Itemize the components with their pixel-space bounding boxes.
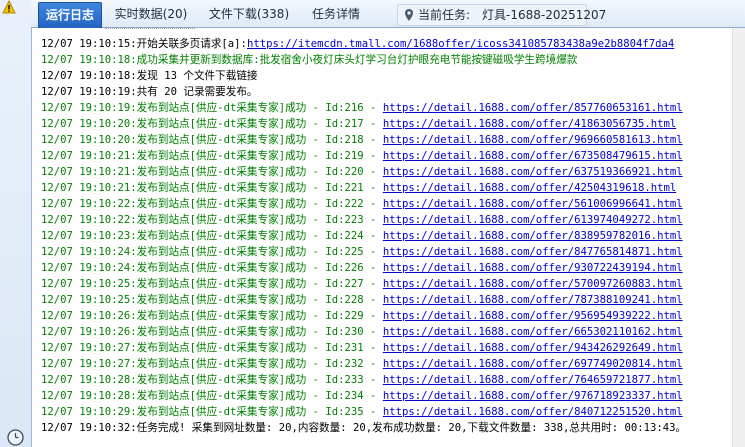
log-line: 12/07 19:10:29:发布到站点[供应-dt采集专家]成功 - Id:2… [41,404,683,420]
log-line: 12/07 19:10:27:发布到站点[供应-dt采集专家]成功 - Id:2… [41,356,683,372]
log-line: 12/07 19:10:21:发布到站点[供应-dt采集专家]成功 - Id:2… [41,180,676,196]
log-line-text: 12/07 19:10:26:发布到站点[供应-dt采集专家]成功 - Id:2… [41,310,383,322]
current-task-label: 当前任务: [418,8,471,22]
log-line-text: 12/07 19:10:15:开始关联多页请求[a]: [41,38,247,50]
log-line: 12/07 19:10:19:发布到站点[供应-dt采集专家]成功 - Id:2… [41,100,683,116]
log-line-link[interactable]: https://detail.1688.com/offer/6977490208… [383,358,683,370]
tab-run-log[interactable]: 运行日志 [38,2,102,28]
log-line: 12/07 19:10:18:成功采集并更新到数据库:批发宿舍小夜灯床头灯学习台… [41,52,577,68]
log-line-link[interactable]: https://detail.1688.com/offer/5700972608… [383,278,683,290]
tab-bar: 运行日志 实时数据(20) 文件下载(338) 任务详情 当前任务: 灯具-16… [31,0,745,28]
tab-file-download[interactable]: 文件下载(338) [203,2,295,27]
log-line-link[interactable]: https://detail.1688.com/offer/4186305673… [383,118,676,130]
log-line-text: 12/07 19:10:21:发布到站点[供应-dt采集专家]成功 - Id:2… [41,182,383,194]
log-line-text: 12/07 19:10:25:发布到站点[供应-dt采集专家]成功 - Id:2… [41,278,383,290]
log-line-text: 12/07 19:10:18:成功采集并更新到数据库:批发宿舍小夜灯床头灯学习台… [41,54,578,66]
log-line: 12/07 19:10:20:发布到站点[供应-dt采集专家]成功 - Id:2… [41,132,683,148]
log-line-text: 12/07 19:10:22:发布到站点[供应-dt采集专家]成功 - Id:2… [41,198,383,210]
log-line-text: 12/07 19:10:29:发布到站点[供应-dt采集专家]成功 - Id:2… [41,406,383,418]
log-line: 12/07 19:10:25:发布到站点[供应-dt采集专家]成功 - Id:2… [41,292,683,308]
log-line-link[interactable]: https://detail.1688.com/offer/9569549392… [383,310,683,322]
log-line-link[interactable]: https://detail.1688.com/offer/8577606531… [383,102,683,114]
log-line: 12/07 19:10:22:发布到站点[供应-dt采集专家]成功 - Id:2… [41,212,683,228]
log-line: 12/07 19:10:28:发布到站点[供应-dt采集专家]成功 - Id:2… [41,388,683,404]
log-line-text: 12/07 19:10:23:发布到站点[供应-dt采集专家]成功 - Id:2… [41,230,383,242]
log-line-text: 12/07 19:10:20:发布到站点[供应-dt采集专家]成功 - Id:2… [41,134,383,146]
log-line-link[interactable]: https://detail.1688.com/offer/9696605816… [383,134,683,146]
log-line-link[interactable]: https://detail.1688.com/offer/9307224391… [383,262,683,274]
tab-realtime-data[interactable]: 实时数据(20) [109,2,193,27]
log-line: 12/07 19:10:28:发布到站点[供应-dt采集专家]成功 - Id:2… [41,372,683,388]
log-line-link[interactable]: https://detail.1688.com/offer/8389597820… [383,230,683,242]
log-line-text: 12/07 19:10:28:发布到站点[供应-dt采集专家]成功 - Id:2… [41,374,383,386]
log-line: 12/07 19:10:25:发布到站点[供应-dt采集专家]成功 - Id:2… [41,276,683,292]
current-task-indicator: 当前任务: 灯具-1688-20251207 [397,4,606,26]
log-line: 12/07 19:10:21:发布到站点[供应-dt采集专家]成功 - Id:2… [41,164,683,180]
clock-icon[interactable] [7,429,24,446]
log-line-text: 12/07 19:10:20:发布到站点[供应-dt采集专家]成功 - Id:2… [41,118,383,130]
log-line-text: 12/07 19:10:24:发布到站点[供应-dt采集专家]成功 - Id:2… [41,262,383,274]
log-line-text: 12/07 19:10:27:发布到站点[供应-dt采集专家]成功 - Id:2… [41,358,383,370]
log-line: 12/07 19:10:24:发布到站点[供应-dt采集专家]成功 - Id:2… [41,260,683,276]
log-line-link[interactable]: https://detail.1688.com/offer/7873881092… [383,294,683,306]
log-line-text: 12/07 19:10:26:发布到站点[供应-dt采集专家]成功 - Id:2… [41,326,383,338]
warning-icon[interactable] [2,0,16,14]
log-line: 12/07 19:10:26:发布到站点[供应-dt采集专家]成功 - Id:2… [41,308,683,324]
log-line: 12/07 19:10:32:任务完成! 采集到网址数量: 20,内容数量: 2… [41,420,686,436]
log-line: 12/07 19:10:19:共有 20 记录需要发布。 [41,84,258,100]
log-line-text: 12/07 19:10:28:发布到站点[供应-dt采集专家]成功 - Id:2… [41,390,383,402]
log-line: 12/07 19:10:18:发现 13 个文件下载链接 [41,68,258,84]
log-line-link[interactable]: https://detail.1688.com/offer/6375193669… [383,166,683,178]
log-line: 12/07 19:10:26:发布到站点[供应-dt采集专家]成功 - Id:2… [41,324,683,340]
log-line-text: 12/07 19:10:19:发布到站点[供应-dt采集专家]成功 - Id:2… [41,102,383,114]
log-line: 12/07 19:10:15:开始关联多页请求[a]:https://itemc… [41,36,674,52]
log-line-text: 12/07 19:10:27:发布到站点[供应-dt采集专家]成功 - Id:2… [41,342,383,354]
log-line-link[interactable]: https://detail.1688.com/offer/6653021101… [383,326,683,338]
log-line: 12/07 19:10:27:发布到站点[供应-dt采集专家]成功 - Id:2… [41,340,683,356]
log-line-text: 12/07 19:10:25:发布到站点[供应-dt采集专家]成功 - Id:2… [41,294,383,306]
log-line-text: 12/07 19:10:22:发布到站点[供应-dt采集专家]成功 - Id:2… [41,214,383,226]
log-line-link[interactable]: https://detail.1688.com/offer/8407122515… [383,406,683,418]
log-line: 12/07 19:10:20:发布到站点[供应-dt采集专家]成功 - Id:2… [41,116,676,132]
log-line-link[interactable]: https://detail.1688.com/offer/8477658148… [383,246,683,258]
log-line-text: 12/07 19:10:21:发布到站点[供应-dt采集专家]成功 - Id:2… [41,150,383,162]
log-line-link[interactable]: https://detail.1688.com/offer/9767189233… [383,390,683,402]
log-scroll-remnant [105,28,195,33]
log-line-text: 12/07 19:10:21:发布到站点[供应-dt采集专家]成功 - Id:2… [41,166,383,178]
tab-task-details[interactable]: 任务详情 [306,2,366,27]
log-line-link[interactable]: https://detail.1688.com/offer/7646597218… [383,374,683,386]
log-line-link[interactable]: https://detail.1688.com/offer/9434262926… [383,342,683,354]
log-line-link[interactable]: https://detail.1688.com/offer/5610069966… [383,198,683,210]
current-task-value: 灯具-1688-20251207 [482,8,607,22]
log-line-text: 12/07 19:10:19:共有 20 记录需要发布。 [41,86,258,98]
log-line: 12/07 19:10:22:发布到站点[供应-dt采集专家]成功 - Id:2… [41,196,683,212]
log-line-link[interactable]: https://detail.1688.com/offer/6139740492… [383,214,683,226]
log-line-text: 12/07 19:10:24:发布到站点[供应-dt采集专家]成功 - Id:2… [41,246,383,258]
log-scrollbar[interactable] [732,28,745,447]
log-line-link[interactable]: https://itemcdn.tmall.com/1688offer/icos… [247,38,674,50]
log-line: 12/07 19:10:24:发布到站点[供应-dt采集专家]成功 - Id:2… [41,244,683,260]
left-sidebar [0,0,32,447]
log-line-link[interactable]: https://detail.1688.com/offer/6735084796… [383,150,683,162]
log-line: 12/07 19:10:21:发布到站点[供应-dt采集专家]成功 - Id:2… [41,148,683,164]
log-line-link[interactable]: https://detail.1688.com/offer/4250431961… [383,182,676,194]
log-panel: 12/07 19:10:15:开始关联多页请求[a]:https://itemc… [31,28,732,447]
location-pin-icon [405,9,413,21]
log-line: 12/07 19:10:23:发布到站点[供应-dt采集专家]成功 - Id:2… [41,228,683,244]
log-line-text: 12/07 19:10:32:任务完成! 采集到网址数量: 20,内容数量: 2… [41,422,687,434]
log-line-text: 12/07 19:10:18:发现 13 个文件下载链接 [41,70,258,82]
